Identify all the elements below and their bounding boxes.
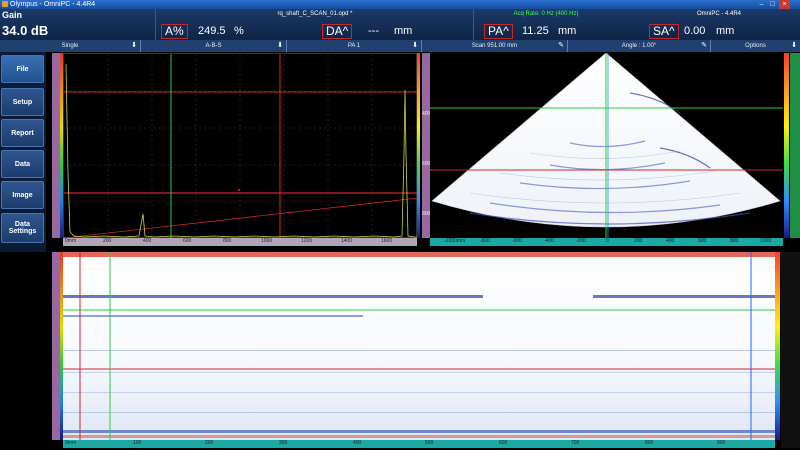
- angle-select[interactable]: Angle : 1.00° ✎: [568, 40, 711, 52]
- nav-data[interactable]: Data: [1, 150, 44, 178]
- pencil-icon: ✎: [701, 42, 707, 49]
- title-bar: Olympus - OmniPC - 4.4R4 – □ ×: [0, 0, 800, 9]
- reading-a-label: A%: [161, 24, 188, 39]
- cscan-plot: [63, 252, 775, 440]
- close-icon[interactable]: ×: [779, 0, 790, 9]
- ascan-x-ruler[interactable]: 0mm 200 400 600 800 1000 1200 1400 1600: [63, 238, 417, 246]
- nav-file[interactable]: File: [1, 55, 44, 83]
- cscan-x-ruler[interactable]: 0mm 100 200 300 400 500 600 700 800 900: [63, 440, 775, 448]
- sscan-plot: [430, 52, 783, 238]
- pencil-icon: ✎: [558, 42, 564, 49]
- sscan-depth-ruler[interactable]: 400 600 800: [422, 53, 430, 238]
- gain-label: Gain: [2, 10, 23, 20]
- nav-data-settings[interactable]: Data Settings: [1, 213, 44, 243]
- cscan-right-margin: [781, 252, 800, 448]
- layout-select[interactable]: Single ⬇: [0, 40, 141, 52]
- options-button[interactable]: Options ⬇: [711, 40, 800, 52]
- cscan-colorbar: [775, 252, 780, 440]
- reading-da-label: DA^: [322, 24, 353, 39]
- reading-a-unit: %: [234, 25, 244, 37]
- reading-group-right: Acq Rate: 0 Hz (400 Hz) OmniPC - 4.4R4 P…: [473, 9, 800, 40]
- sscan-x-ruler[interactable]: -1000mm -800 -600 -400 -200 0 200 400 60…: [430, 238, 783, 246]
- reading-group-left: rq_shaft_C_SCAN_01.opd * A% 249.5 % DA^ …: [155, 9, 474, 40]
- reading-a-value: 249.5: [198, 25, 226, 37]
- view-select[interactable]: A-B-S ⬇: [141, 40, 287, 52]
- arrow-down-icon: ⬇: [131, 42, 137, 49]
- nav-report[interactable]: Report: [1, 119, 44, 147]
- ascan-plot: [63, 54, 419, 239]
- window-title: Olympus - OmniPC - 4.4R4: [10, 1, 96, 8]
- app-version: OmniPC - 4.4R4: [696, 11, 741, 17]
- reading-pa-value: 11.25: [522, 25, 549, 37]
- group-select[interactable]: PA 1 ⬇: [287, 40, 422, 52]
- ascan-right-colorbar: [417, 53, 420, 238]
- reading-sa-value: 0.00: [684, 25, 706, 37]
- ascan-view[interactable]: [63, 53, 419, 239]
- view-toolbar: Single ⬇ A-B-S ⬇ PA 1 ⬇ Scan 951.00 mm ✎ Ang…: [0, 40, 800, 52]
- ascan-left-ruler[interactable]: [52, 53, 60, 238]
- nav-setup[interactable]: Setup: [1, 88, 44, 116]
- reading-sa-label: SA^: [649, 24, 679, 39]
- arrow-down-icon: ⬇: [791, 42, 797, 49]
- reading-da-unit: mm: [394, 25, 413, 37]
- sscan-scroll-strip[interactable]: [790, 53, 800, 238]
- reading-da-value: ---: [368, 25, 379, 37]
- sscan-colorbar: [784, 53, 789, 238]
- acq-rate: Acq Rate: 0 Hz (400 Hz): [513, 11, 579, 17]
- reading-pa-label: PA^: [484, 24, 513, 39]
- reading-pa-unit: mm: [558, 25, 577, 37]
- scan-position[interactable]: Scan 951.00 mm ✎: [422, 40, 568, 52]
- cscan-left-ruler[interactable]: [52, 252, 60, 440]
- minimize-icon[interactable]: –: [756, 0, 767, 9]
- app-icon: [2, 1, 8, 7]
- nav-image[interactable]: Image: [1, 181, 44, 209]
- measurement-header: Gain 34.0 dB rq_shaft_C_SCAN_01.opd * A%…: [0, 9, 800, 41]
- file-name: rq_shaft_C_SCAN_01.opd *: [277, 11, 353, 17]
- arrow-down-icon: ⬇: [412, 42, 418, 49]
- sscan-view[interactable]: [430, 52, 783, 238]
- reading-sa-unit: mm: [716, 25, 735, 37]
- cscan-view[interactable]: [63, 252, 775, 440]
- arrow-down-icon: ⬇: [277, 42, 283, 49]
- gain-value[interactable]: 34.0 dB: [2, 23, 48, 38]
- maximize-icon[interactable]: □: [767, 0, 778, 9]
